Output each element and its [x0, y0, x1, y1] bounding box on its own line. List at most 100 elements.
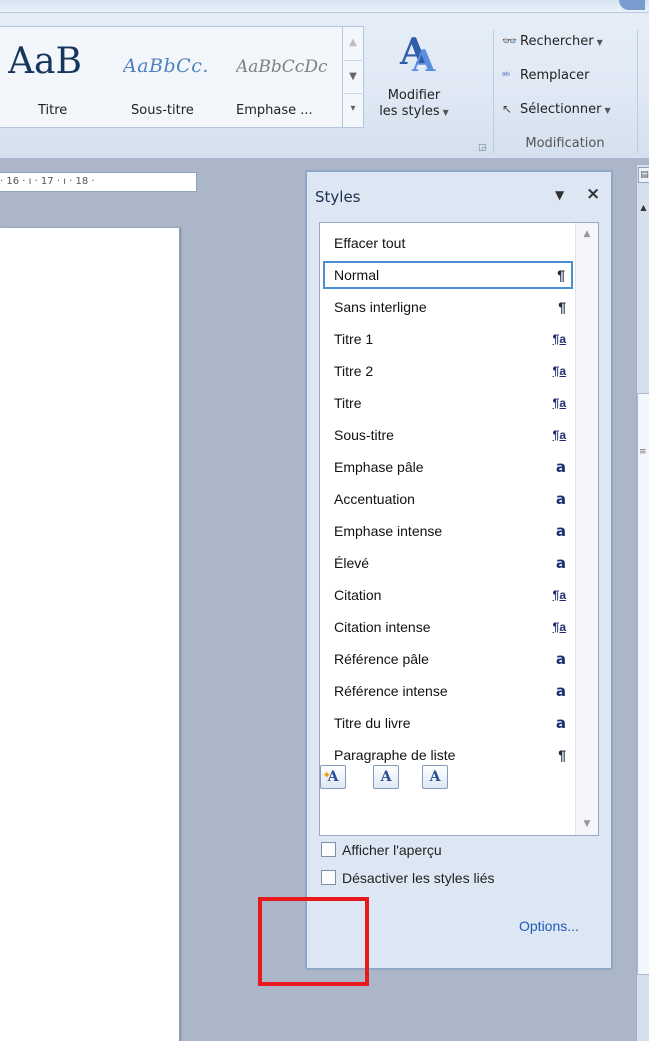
styles-pane: Styles ▼ × Effacer tout Normal ¶ Sans inter…	[305, 170, 613, 970]
replace-label: Remplacer	[520, 68, 590, 83]
modify-styles-label: Modifier les styles ▼	[372, 88, 456, 121]
gallery-label: Titre	[38, 103, 68, 118]
scroll-up-icon[interactable]: ▲	[638, 203, 649, 217]
style-list-item[interactable]: Titre ¶a	[324, 389, 572, 417]
paragraph-style-icon: ¶	[558, 747, 566, 763]
checkbox-box[interactable]	[321, 842, 336, 857]
character-style-icon: a	[555, 522, 566, 540]
manage-styles-button[interactable]: A	[422, 765, 448, 789]
modify-styles-line1: Modifier	[387, 88, 441, 103]
ruler-toggle-icon[interactable]: ▤	[638, 167, 649, 183]
modify-styles-line2: les styles	[379, 104, 440, 119]
style-list-item[interactable]: Accentuation a	[324, 485, 572, 513]
editing-group-label: Modification	[525, 136, 605, 151]
style-list-item[interactable]: Référence intense a	[324, 677, 572, 705]
style-name: Sous-titre	[334, 427, 394, 443]
gallery-sample: AaBbCcDc	[236, 57, 328, 77]
disable-linked-styles-checkbox[interactable]: Désactiver les styles liés	[321, 868, 495, 888]
style-name: Citation	[334, 587, 382, 603]
style-list-scrollbar[interactable]: ▲ ▼	[575, 223, 598, 835]
gallery-style-titre[interactable]: AaB Titre	[0, 27, 110, 127]
find-button[interactable]: 👓 Rechercher ▼	[502, 34, 603, 56]
style-name: Titre 2	[334, 363, 374, 379]
document-vertical-scrollbar[interactable]: ▤ ▲ ≡	[636, 165, 649, 1041]
binoculars-icon: 👓	[502, 34, 517, 48]
styles-dialog-launcher-icon[interactable]: ◲	[478, 143, 487, 153]
style-name: Référence pâle	[334, 651, 429, 667]
gallery-scroll-up-button[interactable]: ▲	[344, 27, 362, 59]
options-link[interactable]: Options...	[519, 918, 579, 934]
scroll-down-icon[interactable]: ▼	[576, 819, 598, 829]
style-list-item[interactable]: Sans interligne ¶	[324, 293, 572, 321]
dropdown-arrow-icon: ▼	[604, 106, 611, 115]
style-list-item[interactable]: Citation ¶a	[324, 581, 572, 609]
checkbox-box[interactable]	[321, 870, 336, 885]
group-separator	[637, 30, 638, 154]
linked-style-icon: ¶a	[552, 428, 566, 442]
linked-style-icon: ¶a	[552, 332, 566, 346]
ribbon: AaB Titre AaBbCc. Sous-titre AaBbCcDc Em…	[0, 0, 649, 159]
linked-style-icon: ¶a	[552, 620, 566, 634]
cursor-arrow-icon: ↖	[502, 102, 513, 116]
pane-options-dropdown-icon[interactable]: ▼	[555, 188, 564, 202]
scrollbar-thumb[interactable]	[637, 393, 649, 975]
horizontal-ruler[interactable]: · 16 · ı · 17 · ı · 18 ·	[0, 172, 197, 192]
gallery-scroll-down-button[interactable]: ▼	[344, 60, 362, 94]
gallery-label: Emphase ...	[236, 103, 313, 118]
gallery-label: Sous-titre	[131, 103, 194, 118]
replace-button[interactable]: ᵃᵇ Remplacer	[502, 68, 589, 90]
style-name: Emphase intense	[334, 523, 443, 539]
style-name: Normal	[334, 267, 380, 283]
gallery-sample: AaB	[8, 41, 82, 82]
gallery-sample: AaBbCc.	[123, 55, 209, 77]
linked-style-icon: ¶a	[552, 396, 566, 410]
style-name: Effacer tout	[334, 235, 406, 251]
style-name: Titre	[334, 395, 362, 411]
style-list-item[interactable]: Titre du livre a	[324, 709, 572, 737]
style-name: Titre du livre	[334, 715, 411, 731]
gallery-more-button[interactable]: ▾	[344, 93, 362, 125]
style-inspector-button[interactable]: A	[373, 765, 399, 789]
replace-icon: ᵃᵇ	[502, 71, 511, 82]
style-list-item[interactable]: Emphase intense a	[324, 517, 572, 545]
character-style-icon: a	[555, 554, 566, 572]
style-list-item[interactable]: Titre 1 ¶a	[324, 325, 572, 353]
show-preview-checkbox[interactable]: Afficher l'aperçu	[321, 840, 442, 860]
dropdown-arrow-icon: ▼	[442, 108, 449, 117]
style-name: Emphase pâle	[334, 459, 424, 475]
select-button[interactable]: ↖ Sélectionner ▼	[502, 102, 611, 124]
character-style-icon: a	[555, 650, 566, 668]
style-list[interactable]: Effacer tout Normal ¶ Sans interligne ¶ Titre…	[319, 222, 599, 836]
select-label: Sélectionner	[520, 102, 602, 117]
paragraph-style-icon: ¶	[558, 299, 566, 315]
ribbon-corner	[619, 0, 645, 10]
styles-pane-title: Styles	[315, 188, 361, 206]
close-icon[interactable]: ×	[586, 184, 600, 204]
style-list-item[interactable]: Référence pâle a	[324, 645, 572, 673]
style-name: Accentuation	[334, 491, 415, 507]
style-list-item[interactable]: Paragraphe de liste ¶	[324, 741, 572, 769]
document-page[interactable]	[0, 228, 180, 1041]
gallery-style-sous-titre[interactable]: AaBbCc. Sous-titre	[115, 27, 227, 127]
manage-styles-icon: A	[429, 769, 441, 785]
change-styles-icon: AA	[400, 31, 436, 79]
gallery-style-emphase[interactable]: AaBbCcDc Emphase ...	[232, 27, 344, 127]
style-list-item[interactable]: Sous-titre ¶a	[324, 421, 572, 449]
style-list-item[interactable]: Effacer tout	[324, 229, 572, 257]
style-name: Élevé	[334, 555, 370, 571]
new-style-button[interactable]: ✦ A	[320, 765, 346, 789]
style-name: Titre 1	[334, 331, 374, 347]
modify-styles-button[interactable]: AA Modifier les styles ▼	[372, 30, 456, 126]
paragraph-style-icon: ¶	[557, 267, 565, 283]
linked-style-icon: ¶a	[552, 588, 566, 602]
style-inspector-icon: A	[380, 769, 392, 785]
disable-linked-label: Désactiver les styles liés	[342, 870, 495, 886]
style-list-item[interactable]: Titre 2 ¶a	[324, 357, 572, 385]
character-style-icon: a	[555, 458, 566, 476]
style-list-item[interactable]: Citation intense ¶a	[324, 613, 572, 641]
scroll-up-icon[interactable]: ▲	[576, 229, 598, 239]
style-list-item[interactable]: Normal ¶	[323, 261, 573, 289]
linked-style-icon: ¶a	[552, 364, 566, 378]
style-list-item[interactable]: Élevé a	[324, 549, 572, 577]
style-list-item[interactable]: Emphase pâle a	[324, 453, 572, 481]
